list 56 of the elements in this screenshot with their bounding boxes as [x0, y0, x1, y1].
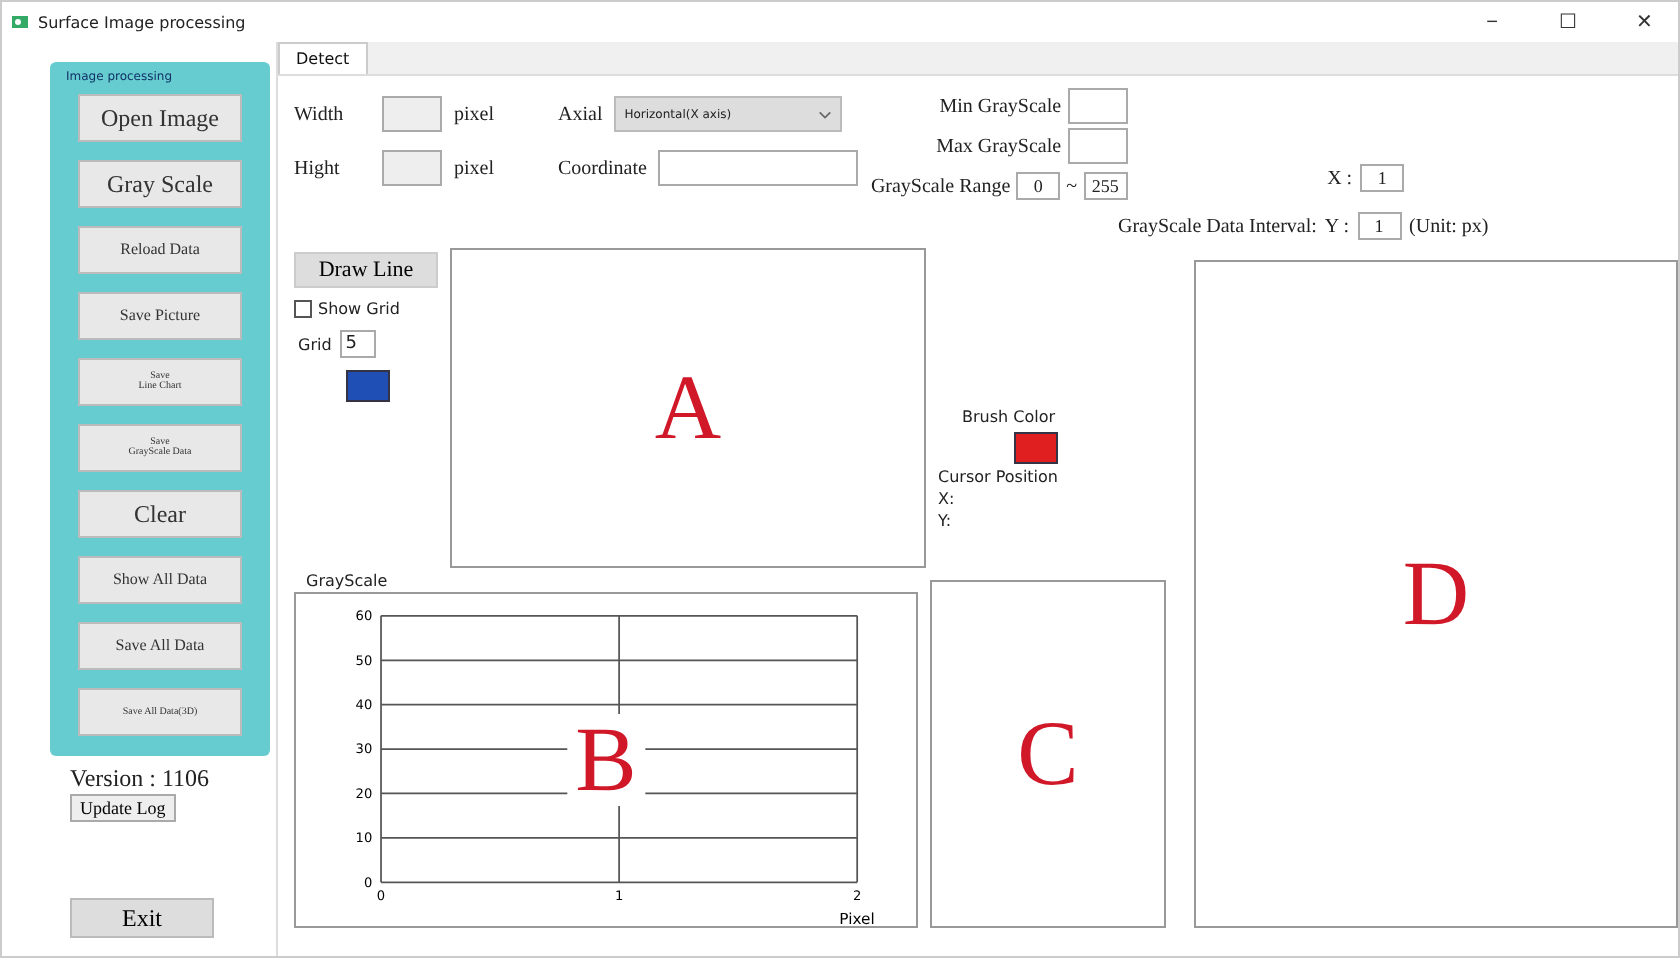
- marker-letter: B: [567, 714, 645, 806]
- field-label: Max GrayScale: [936, 135, 1062, 157]
- field-label: Hight: [294, 157, 342, 179]
- field-label: Min GrayScale: [939, 95, 1062, 117]
- interval-label: GrayScale Data Interval:: [1118, 215, 1317, 237]
- brush-color-swatch[interactable]: [1014, 432, 1058, 464]
- version-label: Version : 1106: [68, 764, 210, 794]
- field-label: Y :: [1324, 215, 1350, 237]
- brush-color-label: Brush Color: [962, 408, 1056, 426]
- input-field[interactable]: 1: [1360, 164, 1405, 192]
- sidebar-button[interactable]: Show All Data: [78, 556, 242, 604]
- sidebar-button[interactable]: Clear: [78, 490, 242, 538]
- caret-icon: [818, 109, 833, 119]
- sidebar-button[interactable]: Gray Scale: [78, 160, 242, 208]
- range-separator: ~: [1066, 175, 1078, 197]
- input-field[interactable]: [1067, 88, 1128, 124]
- field-label: Width: [294, 103, 346, 125]
- checkbox-label: Show Grid: [318, 300, 400, 318]
- unit-label: (Unit: px): [1409, 215, 1489, 237]
- window-control[interactable]: ✕: [1610, 10, 1678, 34]
- marker-letter: C: [1017, 708, 1079, 800]
- update-log-button[interactable]: Update Log: [70, 794, 176, 822]
- field-label: X :: [1327, 167, 1353, 189]
- window-control[interactable]: −: [1458, 11, 1526, 33]
- tab[interactable]: Detect: [278, 42, 368, 74]
- marker-letter: D: [1402, 548, 1470, 640]
- sidebar-button[interactable]: Save Picture: [78, 292, 242, 340]
- unit-label: pixel: [454, 157, 494, 179]
- sidebar-button[interactable]: Save All Data: [78, 622, 242, 670]
- cursor-position-label: Cursor Position: [938, 470, 1058, 486]
- unit-label: pixel: [454, 103, 494, 125]
- sidebar-button[interactable]: Open Image: [78, 94, 242, 142]
- exit-button[interactable]: Exit: [70, 898, 214, 938]
- input-field[interactable]: [382, 96, 442, 132]
- input-field[interactable]: [1067, 128, 1128, 164]
- window-control[interactable]: ☐: [1534, 10, 1602, 34]
- app-icon: [10, 12, 30, 32]
- field-label: GrayScale Range: [870, 175, 1011, 197]
- input-field[interactable]: 1: [1357, 212, 1402, 240]
- field-label: Grid: [298, 335, 332, 353]
- coordinate-field[interactable]: [658, 150, 859, 186]
- window-title: Surface Image processing: [38, 13, 246, 31]
- grid-field[interactable]: 5: [339, 330, 376, 358]
- field-label: Coordinate: [558, 157, 647, 179]
- input-field[interactable]: 255: [1083, 172, 1128, 200]
- draw-line-button[interactable]: Draw Line: [294, 252, 438, 288]
- sidebar-button[interactable]: Reload Data: [78, 226, 242, 274]
- cursor-x-label: X:: [938, 492, 955, 508]
- input-field[interactable]: [382, 150, 442, 186]
- input-field[interactable]: 0: [1016, 172, 1061, 200]
- chart-title: GrayScale: [304, 572, 390, 592]
- field-label: Axial: [558, 103, 603, 125]
- grid-color-swatch[interactable]: [346, 370, 390, 402]
- checkbox[interactable]: [294, 300, 312, 318]
- cursor-y-label: Y:: [938, 514, 952, 530]
- marker-letter: A: [654, 362, 722, 454]
